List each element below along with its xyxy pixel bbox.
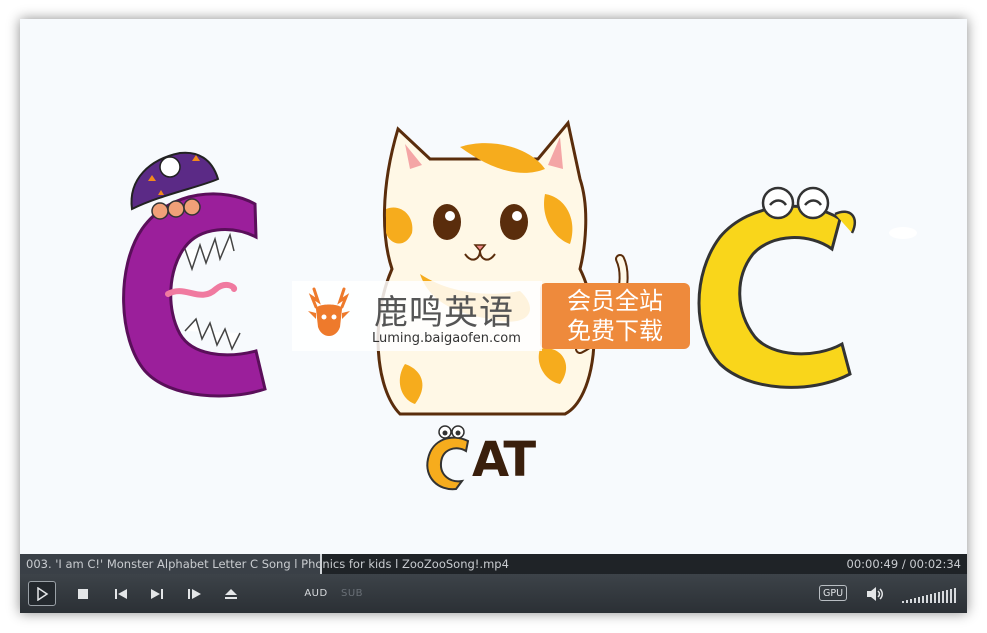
volume-bar-segment [902, 601, 904, 603]
small-yellow-c-mascot [426, 425, 470, 491]
file-title: 003. 'I am C!' Monster Alphabet Letter C… [26, 557, 509, 571]
watermark-overlay: 鹿鸣英语 Luming.baigaofen.com 会员全站 免费下载 [292, 281, 696, 351]
eject-button[interactable] [220, 574, 242, 613]
volume-bar-segment [926, 595, 928, 603]
watermark-promo-line2: 免费下载 [567, 317, 663, 345]
volume-bar-segment [950, 589, 952, 603]
watermark-promo-badge: 会员全站 免费下载 [540, 283, 690, 349]
volume-bar-segment [946, 590, 948, 603]
volume-bar-segment [910, 599, 912, 603]
media-player-window: AT 鹿鸣英语 Luming.baigaofen.com 会员全站 免费下载 0… [20, 19, 967, 613]
deer-logo-icon [308, 287, 350, 336]
yellow-smiling-letter-c [697, 186, 917, 389]
previous-button[interactable] [110, 574, 132, 613]
stop-button[interactable] [72, 574, 94, 613]
eject-icon [225, 588, 237, 599]
gpu-button[interactable]: GPU [819, 585, 848, 601]
purple-monster-letter-c [122, 151, 267, 398]
audio-track-button[interactable]: AUD [302, 574, 330, 613]
volume-button[interactable] [863, 574, 887, 613]
stop-icon [78, 588, 88, 599]
volume-bar-segment [954, 588, 956, 603]
volume-bar-segment [906, 600, 908, 603]
volume-bar-segment [942, 591, 944, 603]
skip-next-icon [151, 588, 163, 599]
watermark-brand-panel: 鹿鸣英语 Luming.baigaofen.com [292, 281, 542, 351]
control-bar: AUD SUB GPU [20, 574, 967, 613]
cat-illustration [376, 119, 629, 416]
subtitle-button[interactable]: SUB [338, 574, 366, 613]
volume-slider[interactable] [902, 585, 956, 603]
volume-bar-segment [938, 592, 940, 603]
time-display: 00:00:49 / 00:02:34 [846, 557, 961, 571]
volume-bar-segment [930, 594, 932, 603]
play-icon [37, 586, 49, 601]
frame-step-button[interactable] [184, 574, 206, 613]
volume-bar-segment [922, 596, 924, 603]
volume-bar-segment [918, 597, 920, 603]
volume-bar-segment [914, 598, 916, 603]
word-cat-text: AT [472, 432, 536, 488]
seek-bar[interactable]: 003. 'I am C!' Monster Alphabet Letter C… [20, 554, 967, 574]
watermark-promo-line1: 会员全站 [567, 287, 663, 315]
skip-previous-icon [115, 588, 127, 599]
play-button[interactable] [28, 581, 56, 606]
frame-step-icon [188, 588, 201, 599]
watermark-url-text: Luming.baigaofen.com [372, 331, 521, 346]
speaker-icon [867, 586, 883, 601]
watermark-brand-text: 鹿鸣英语 [374, 293, 514, 333]
video-frame[interactable]: AT 鹿鸣英语 Luming.baigaofen.com 会员全站 免费下载 [20, 19, 967, 554]
volume-bar-segment [934, 593, 936, 603]
next-button[interactable] [146, 574, 168, 613]
